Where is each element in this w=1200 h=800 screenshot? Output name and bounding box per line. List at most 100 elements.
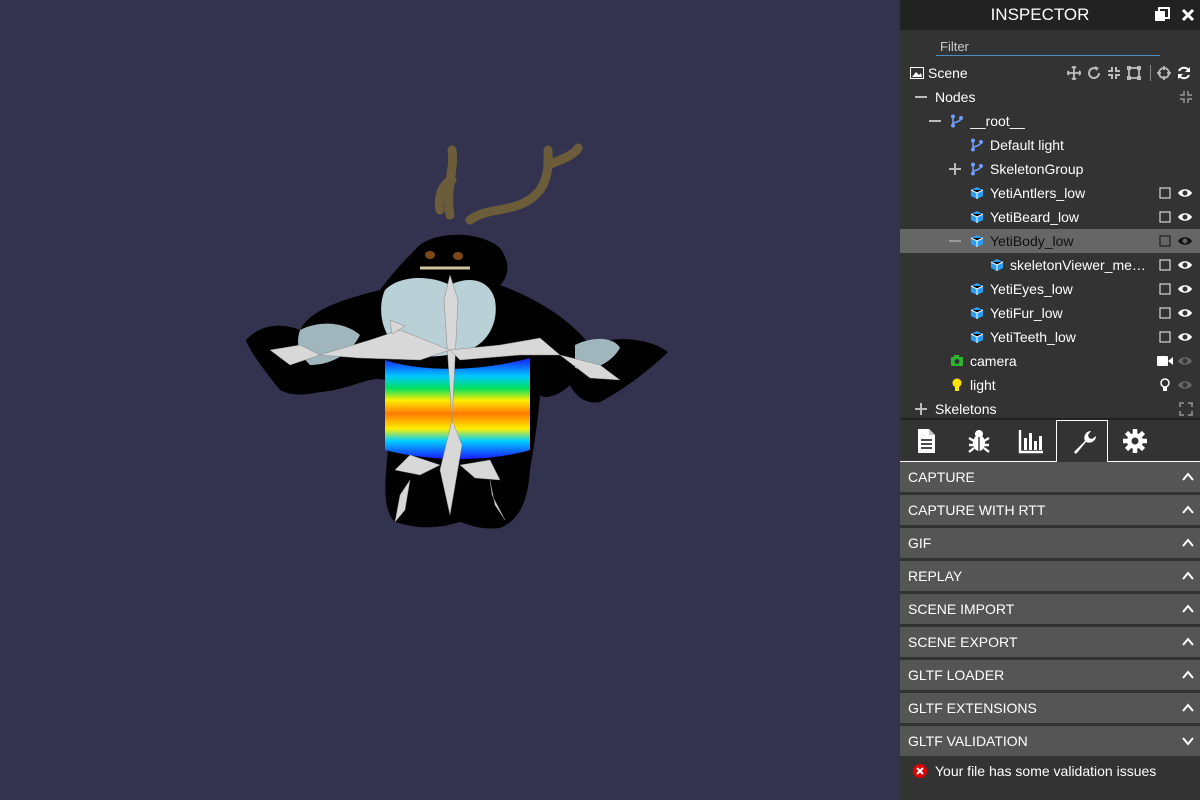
- eye-icon[interactable]: [1177, 378, 1193, 392]
- scene-explorer: Filter Scene Nodes __root__ Default ligh…: [900, 30, 1200, 418]
- yeti-model-render: [246, 143, 668, 529]
- tree-label-mesh: YetiTeeth_low: [990, 329, 1076, 345]
- gear-icon: [1123, 429, 1147, 453]
- tree-item-mesh[interactable]: YetiEyes_low: [900, 277, 1200, 301]
- eye-icon[interactable]: [1177, 306, 1193, 320]
- render-viewport[interactable]: [0, 0, 900, 800]
- expand-all-icon[interactable]: [1179, 402, 1193, 416]
- move-gizmo-icon[interactable]: [1067, 66, 1081, 80]
- expand-plus-icon[interactable]: [948, 162, 962, 176]
- eye-icon[interactable]: [1177, 330, 1193, 344]
- tree-item-mesh[interactable]: YetiBeard_low: [900, 205, 1200, 229]
- rotate-gizmo-icon[interactable]: [1087, 66, 1101, 80]
- pane-scene-export[interactable]: SCENE EXPORT: [900, 627, 1200, 657]
- tree-label-mesh: YetiBeard_low: [990, 209, 1079, 225]
- lightbulb-outline-icon[interactable]: [1158, 378, 1172, 392]
- tools-panes: CAPTURE CAPTURE WITH RTT GIF REPLAY SCEN…: [900, 462, 1200, 786]
- mesh-cube-icon: [970, 331, 984, 343]
- tab-properties[interactable]: [900, 420, 952, 462]
- tree-item-default-light[interactable]: Default light: [900, 133, 1200, 157]
- bounding-box-toggle-icon[interactable]: [1158, 282, 1172, 296]
- pane-capture[interactable]: CAPTURE: [900, 462, 1200, 492]
- mesh-cube-icon: [970, 187, 984, 199]
- chevron-up-icon[interactable]: [1182, 504, 1194, 516]
- bounding-box-toggle-icon[interactable]: [1158, 234, 1172, 248]
- pane-capture-with-rtt[interactable]: CAPTURE WITH RTT: [900, 495, 1200, 525]
- chevron-up-icon[interactable]: [1182, 471, 1194, 483]
- pane-gltf-loader[interactable]: GLTF LOADER: [900, 660, 1200, 690]
- tree-item-root[interactable]: __root__: [900, 109, 1200, 133]
- video-camera-icon[interactable]: [1156, 354, 1174, 368]
- tree-label-mesh: YetiAntlers_low: [990, 185, 1086, 201]
- pane-title: REPLAY: [908, 568, 963, 584]
- tree-item-mesh[interactable]: YetiFur_low: [900, 301, 1200, 325]
- popout-icon[interactable]: [1154, 7, 1170, 23]
- collapse-minus-icon[interactable]: [948, 234, 962, 248]
- collapse-minus-icon[interactable]: [914, 90, 928, 104]
- pane-scene-import[interactable]: SCENE IMPORT: [900, 594, 1200, 624]
- scale-gizmo-icon[interactable]: [1107, 66, 1121, 80]
- tree-label-mesh: YetiFur_low: [990, 305, 1063, 321]
- pane-replay[interactable]: REPLAY: [900, 561, 1200, 591]
- tree-item-nodes[interactable]: Nodes: [900, 85, 1200, 109]
- bounding-box-toggle-icon[interactable]: [1158, 330, 1172, 344]
- tree-item-camera[interactable]: camera: [900, 349, 1200, 373]
- tree-item-light[interactable]: light: [900, 373, 1200, 397]
- bounding-box-gizmo-icon[interactable]: [1127, 66, 1141, 80]
- chevron-up-icon[interactable]: [1182, 702, 1194, 714]
- tree-item-mesh-selected[interactable]: YetiBody_low: [900, 229, 1200, 253]
- tree-item-mesh[interactable]: skeletonViewer_me…: [900, 253, 1200, 277]
- tree-label-skeleton-group: SkeletonGroup: [990, 161, 1084, 177]
- mesh-cube-icon: [970, 211, 984, 223]
- tree-item-skeletons[interactable]: Skeletons: [900, 397, 1200, 418]
- validation-message: Your file has some validation issues: [935, 763, 1157, 779]
- eye-icon[interactable]: [1177, 210, 1193, 224]
- bounding-box-toggle-icon[interactable]: [1158, 210, 1172, 224]
- tree-item-scene[interactable]: Scene: [900, 61, 1200, 85]
- pane-title: SCENE EXPORT: [908, 634, 1018, 650]
- pane-gltf-validation[interactable]: GLTF VALIDATION: [900, 726, 1200, 756]
- collapse-all-icon[interactable]: [1179, 90, 1193, 104]
- inspector-panel: INSPECTOR Filter Scene Nodes __root__ De…: [900, 0, 1200, 800]
- eye-icon[interactable]: [1177, 354, 1193, 368]
- tab-settings[interactable]: [1108, 420, 1160, 462]
- eye-icon[interactable]: [1177, 186, 1193, 200]
- chevron-up-icon[interactable]: [1182, 537, 1194, 549]
- transform-node-icon: [971, 138, 983, 152]
- tree-label-skeletons: Skeletons: [935, 401, 997, 417]
- refresh-icon[interactable]: [1177, 66, 1191, 80]
- pane-gif[interactable]: GIF: [900, 528, 1200, 558]
- tree-item-skeleton-group[interactable]: SkeletonGroup: [900, 157, 1200, 181]
- lightbulb-icon: [952, 378, 962, 391]
- bounding-box-toggle-icon[interactable]: [1158, 306, 1172, 320]
- eye-icon[interactable]: [1177, 282, 1193, 296]
- chevron-up-icon[interactable]: [1182, 669, 1194, 681]
- bounding-box-toggle-icon[interactable]: [1158, 258, 1172, 272]
- inspector-header: INSPECTOR: [900, 0, 1200, 30]
- camera-icon: [951, 355, 963, 366]
- eye-icon[interactable]: [1177, 234, 1193, 248]
- tab-debug[interactable]: [952, 420, 1004, 462]
- tree-item-mesh[interactable]: YetiAntlers_low: [900, 181, 1200, 205]
- filter-input[interactable]: Filter: [940, 39, 969, 54]
- bounding-box-toggle-icon[interactable]: [1158, 186, 1172, 200]
- error-circle-icon: [913, 764, 927, 778]
- collapse-minus-icon[interactable]: [928, 114, 942, 128]
- chevron-up-icon[interactable]: [1182, 570, 1194, 582]
- tab-statistics[interactable]: [1004, 420, 1056, 462]
- tree-item-mesh[interactable]: YetiTeeth_low: [900, 325, 1200, 349]
- tab-tools[interactable]: [1056, 420, 1108, 462]
- pane-gltf-extensions[interactable]: GLTF EXTENSIONS: [900, 693, 1200, 723]
- pane-title: GLTF EXTENSIONS: [908, 700, 1037, 716]
- chevron-up-icon[interactable]: [1182, 603, 1194, 615]
- mesh-cube-icon: [970, 235, 984, 247]
- pane-title: SCENE IMPORT: [908, 601, 1015, 617]
- eye-icon[interactable]: [1177, 258, 1193, 272]
- close-icon[interactable]: [1180, 7, 1196, 23]
- tree-label-scene: Scene: [928, 65, 968, 81]
- crosshair-icon[interactable]: [1157, 66, 1171, 80]
- expand-plus-icon[interactable]: [914, 402, 928, 416]
- toolbar-divider: [1150, 65, 1151, 81]
- chevron-down-icon[interactable]: [1182, 735, 1194, 747]
- chevron-up-icon[interactable]: [1182, 636, 1194, 648]
